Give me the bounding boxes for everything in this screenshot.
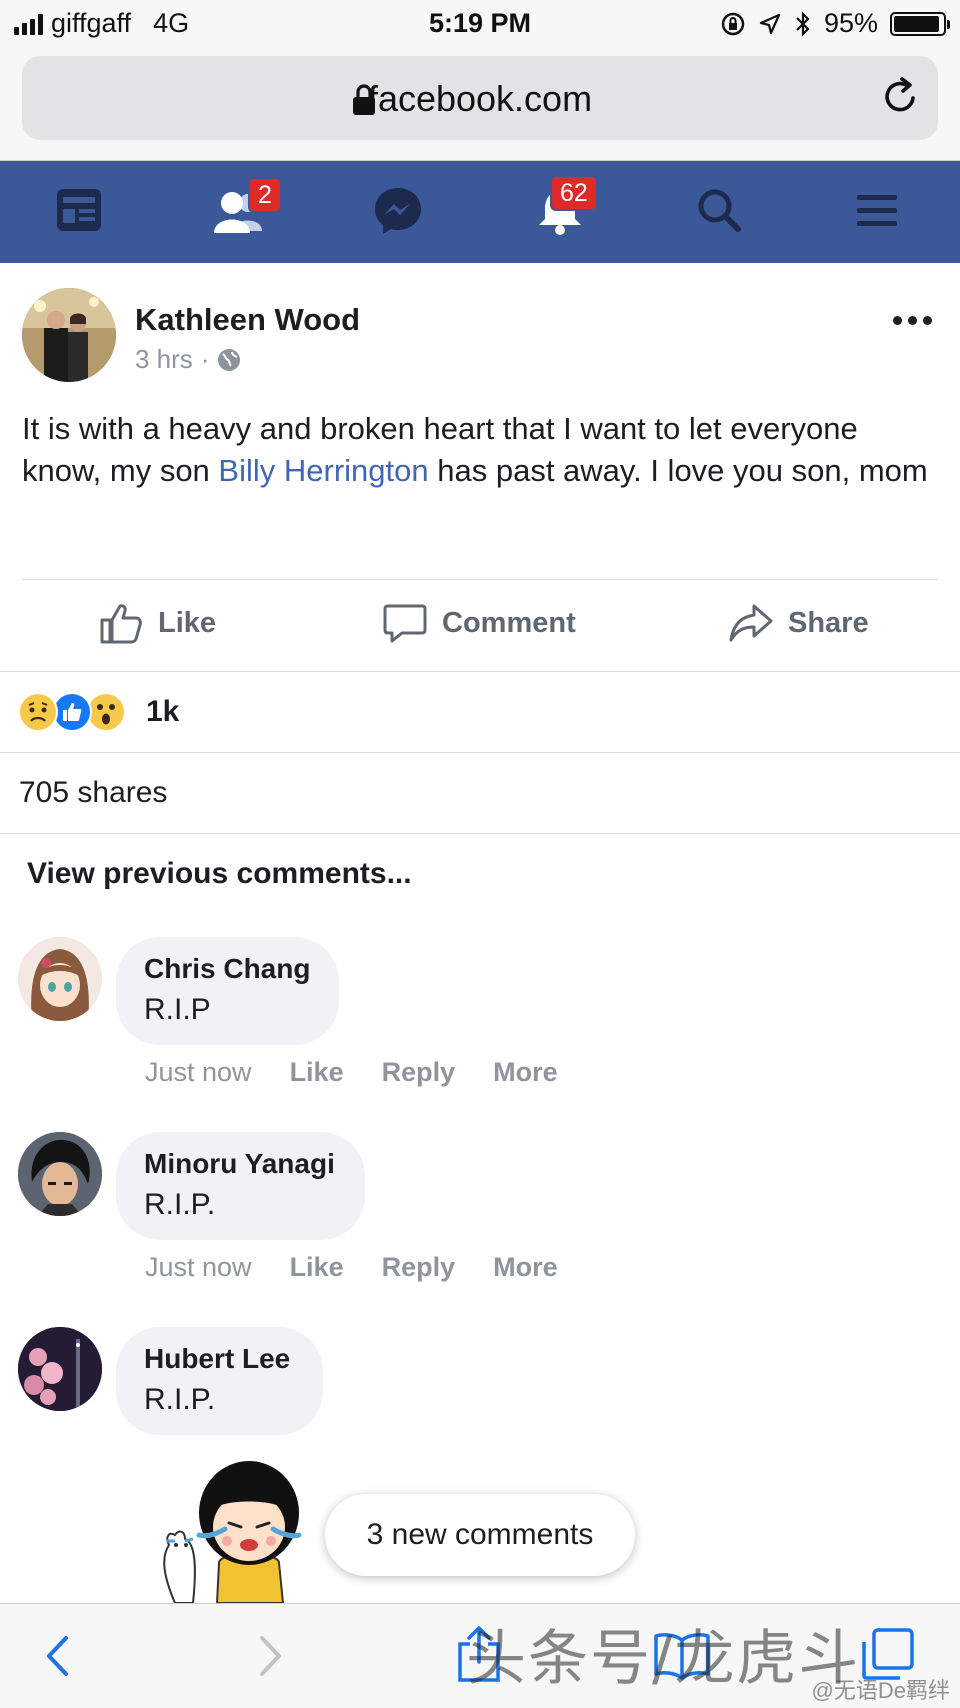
cherry-blossom-avatar-image xyxy=(18,1327,102,1411)
nav-menu[interactable] xyxy=(852,183,912,241)
battery-icon xyxy=(890,11,950,36)
commenter-avatar[interactable] xyxy=(18,937,102,1021)
comment-bubble: Minoru Yanagi R.I.P. xyxy=(116,1132,365,1240)
like-reaction-icon xyxy=(52,692,92,732)
nav-messenger[interactable] xyxy=(370,183,430,241)
comment-time: Just now xyxy=(145,1057,252,1087)
battery-percent: 95% xyxy=(823,8,878,38)
watermark-text: 头条号/龙虎斗 xyxy=(466,1624,861,1694)
browser-chrome: facebook.com xyxy=(0,48,960,161)
comment-text: R.I.P. xyxy=(144,1383,216,1416)
reactions-divider xyxy=(0,752,960,753)
comment-icon xyxy=(383,604,427,643)
comment-actions: Just now Like Reply More xyxy=(145,1252,558,1283)
post-time[interactable]: 3 hrs xyxy=(135,344,193,375)
comment-label: Comment xyxy=(442,606,576,639)
comment-more-button[interactable]: More xyxy=(493,1252,558,1283)
commenter-name[interactable]: Chris Chang xyxy=(144,953,311,985)
meta-separator: · xyxy=(200,344,210,374)
comment-actions: Just now Like Reply More xyxy=(145,1057,558,1088)
commenter-avatar[interactable] xyxy=(18,1327,102,1411)
shares-count[interactable]: 705 shares xyxy=(19,776,167,810)
menu-icon xyxy=(857,195,897,226)
reaction-count: 1k xyxy=(146,695,180,728)
comment-more-button[interactable]: More xyxy=(493,1057,558,1088)
reload-icon[interactable] xyxy=(880,76,920,116)
facebook-nav-bar: 2 62 xyxy=(0,161,960,263)
messenger-icon xyxy=(375,188,421,234)
comment-reply-button[interactable]: Reply xyxy=(382,1057,456,1088)
forward-icon[interactable] xyxy=(258,1634,284,1678)
commenter-name[interactable]: Hubert Lee xyxy=(144,1343,295,1375)
watermark-handle: @无语De羁绊 xyxy=(811,1678,950,1703)
comment-bubble: Hubert Lee R.I.P. xyxy=(116,1327,323,1435)
comment-bubble: Chris Chang R.I.P xyxy=(116,937,339,1045)
bluetooth-icon xyxy=(796,10,810,37)
battery-fill xyxy=(894,15,940,32)
sad-reaction-icon xyxy=(18,692,58,732)
url-text: facebook.com xyxy=(367,78,593,119)
new-comments-button[interactable]: 3 new comments xyxy=(325,1494,635,1576)
back-icon[interactable] xyxy=(44,1634,70,1678)
commenter-name[interactable]: Minoru Yanagi xyxy=(144,1148,337,1180)
comment-button[interactable]: Comment xyxy=(382,600,576,646)
nav-news-feed[interactable] xyxy=(52,183,112,241)
view-previous-comments-link[interactable]: View previous comments... xyxy=(27,857,412,891)
share-button[interactable]: Share xyxy=(728,600,869,646)
post-text: It is with a heavy and broken heart that… xyxy=(22,408,942,492)
wow-reaction-icon xyxy=(86,692,126,732)
comment-text: R.I.P xyxy=(144,993,211,1026)
comment-text: R.I.P. xyxy=(144,1188,216,1221)
orientation-lock-icon xyxy=(721,12,745,35)
location-icon xyxy=(759,13,781,34)
post-actions: Like Comment Share xyxy=(0,580,960,670)
like-label: Like xyxy=(158,606,217,639)
news-feed-icon xyxy=(57,189,101,231)
comment-time: Just now xyxy=(145,1252,252,1282)
search-icon xyxy=(698,189,741,232)
notifications-badge: 62 xyxy=(550,175,598,211)
status-right: 95% xyxy=(720,8,950,39)
anime-girl-avatar-image xyxy=(18,937,102,1021)
author-avatar[interactable] xyxy=(22,288,116,382)
post-author-name[interactable]: Kathleen Wood xyxy=(135,302,360,338)
like-icon xyxy=(100,604,142,644)
status-bar: giffgaff 4G 5:19 PM 95% xyxy=(0,0,960,48)
author-avatar-image xyxy=(22,288,116,382)
address-bar[interactable]: facebook.com xyxy=(22,56,938,140)
like-button[interactable]: Like xyxy=(98,600,216,646)
comment-reply-button[interactable]: Reply xyxy=(382,1252,456,1283)
post-meta: 3 hrs · xyxy=(135,344,241,375)
commenter-avatar[interactable] xyxy=(18,1132,102,1216)
actions-divider xyxy=(0,671,960,672)
anime-boy-avatar-image xyxy=(18,1132,102,1216)
friends-badge: 2 xyxy=(248,177,282,213)
nav-notifications[interactable]: 62 xyxy=(532,175,598,241)
share-label: Share xyxy=(788,606,869,639)
comment-like-button[interactable]: Like xyxy=(290,1057,344,1088)
post-text-after: has past away. I love you son, mom xyxy=(428,453,928,488)
comment-like-button[interactable]: Like xyxy=(290,1252,344,1283)
share-icon xyxy=(729,604,773,642)
shares-divider xyxy=(0,833,960,834)
globe-icon xyxy=(218,348,241,371)
nav-friends[interactable]: 2 xyxy=(210,177,282,241)
tagged-person-link[interactable]: Billy Herrington xyxy=(218,453,428,488)
post-options-icon[interactable] xyxy=(893,316,932,325)
reactions-summary[interactable]: 1k xyxy=(18,692,179,732)
crying-girl-sticker xyxy=(163,1461,302,1603)
nav-search[interactable] xyxy=(692,183,752,241)
